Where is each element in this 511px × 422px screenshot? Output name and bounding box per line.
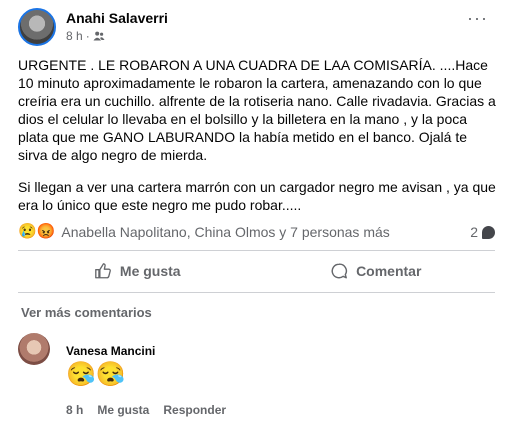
comment-like-button[interactable]: Me gusta (97, 403, 149, 417)
comment-meta: 8 h Me gusta Responder (66, 403, 226, 417)
post-time[interactable]: 8 h (66, 29, 83, 43)
comment-count[interactable]: 2 (470, 224, 495, 240)
comment-button[interactable]: Comentar (257, 255, 496, 287)
reaction-icons[interactable]: 😢 😡 (18, 223, 55, 241)
post-text: URGENTE . LE ROBARON A UNA CUADRA DE LAA… (18, 56, 498, 228)
comment-bubble-icon (482, 225, 495, 239)
commenter-name[interactable]: Vanesa Mancini (66, 344, 155, 358)
angry-reaction-icon: 😡 (36, 223, 56, 240)
post-header: Anahi Salaverri 8 h · ··· (18, 8, 498, 48)
see-more-comments-link[interactable]: Ver más comentarios (21, 305, 152, 320)
post-meta: 8 h · (66, 29, 105, 43)
like-button[interactable]: Me gusta (18, 255, 257, 287)
sad-reaction-icon: 😢 (18, 223, 37, 240)
divider (18, 250, 495, 251)
post-paragraph-2: Si llegan a ver una cartera marrón con u… (18, 179, 496, 213)
reactions-bar: 😢 😡 Anabella Napolitano, China Olmos y 7… (18, 222, 495, 242)
comment-icon (331, 263, 348, 279)
author-avatar[interactable] (18, 8, 56, 46)
author-name[interactable]: Anahi Salaverri (66, 10, 168, 26)
thumbs-up-icon (95, 263, 111, 279)
comment-count-number: 2 (470, 224, 478, 240)
comment-reply-button[interactable]: Responder (163, 403, 226, 417)
more-options-icon[interactable]: ··· (467, 9, 488, 27)
like-label: Me gusta (119, 263, 181, 279)
friends-audience-icon[interactable] (93, 30, 105, 42)
comment-time[interactable]: 8 h (66, 403, 83, 417)
post-card: Anahi Salaverri 8 h · ··· URGENTE . LE R… (0, 0, 511, 422)
reactions-summary[interactable]: Anabella Napolitano, China Olmos y 7 per… (61, 224, 389, 240)
divider (18, 292, 495, 293)
comment-text: 😪😪 (66, 361, 126, 388)
commenter-avatar[interactable] (18, 333, 50, 365)
post-paragraph-1: URGENTE . LE ROBARON A UNA CUADRA DE LAA… (18, 57, 496, 163)
post-actions: Me gusta Comentar (18, 255, 495, 287)
comment-label: Comentar (356, 263, 422, 279)
separator-dot: · (85, 29, 90, 43)
